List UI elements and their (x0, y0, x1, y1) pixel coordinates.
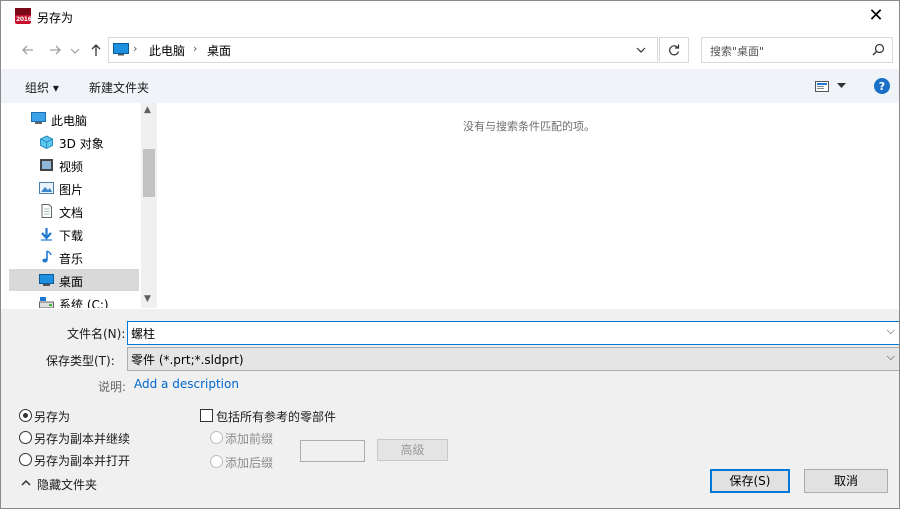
forward-arrow-icon[interactable] (46, 41, 64, 59)
filetype-select[interactable]: 零件 (*.prt;*.sldprt) ⌵ (127, 347, 899, 371)
scroll-down-icon[interactable]: ▼ (144, 294, 151, 304)
scroll-thumb[interactable] (143, 149, 155, 197)
description-label: 说明: (98, 380, 127, 394)
radio-save-copy-open[interactable] (19, 453, 32, 466)
filetype-dropdown-icon[interactable]: ⌵ (887, 350, 895, 364)
organize-menu[interactable]: 组织 ▾ (25, 79, 59, 96)
empty-results-message: 没有与搜索条件匹配的项。 (463, 120, 595, 133)
search-placeholder: 搜索"桌面" (710, 45, 765, 58)
radio-add-prefix-label[interactable]: 添加前缀 (225, 430, 273, 447)
solidworks-app-icon: 2016 (15, 8, 32, 24)
radio-save-copy-open-label[interactable]: 另存为副本并打开 (34, 452, 130, 469)
desktop-icon (39, 274, 54, 286)
filename-input[interactable]: 螺柱 ⌵ (127, 321, 899, 345)
new-folder-button[interactable]: 新建文件夹 (89, 79, 149, 96)
music-icon (42, 250, 52, 263)
view-dropdown-icon[interactable] (837, 83, 846, 89)
radio-add-suffix[interactable] (210, 455, 223, 468)
breadcrumb-separator-icon: › (133, 42, 138, 55)
breadcrumb-item-this-pc[interactable]: 此电脑 (149, 42, 185, 59)
nav-item-system-c[interactable]: 系统 (C:) (9, 292, 139, 308)
hide-folders-toggle[interactable]: 隐藏文件夹 (37, 476, 97, 493)
filename-label: 文件名(N): (67, 327, 126, 341)
picture-icon (39, 182, 54, 194)
scroll-up-icon[interactable]: ▲ (144, 105, 151, 115)
add-description-link[interactable]: Add a description (134, 377, 239, 391)
svg-text:?: ? (879, 80, 885, 93)
radio-save-as-label[interactable]: 另存为 (34, 408, 70, 425)
chevron-up-icon[interactable] (21, 479, 31, 487)
up-arrow-icon[interactable] (87, 41, 105, 59)
view-options-icon[interactable] (815, 81, 829, 92)
include-refs-checkbox[interactable] (200, 409, 213, 422)
title-bar: 2016 另存为 ✕ (1, 1, 899, 31)
nav-item-this-pc[interactable]: 此电脑 (9, 108, 139, 130)
download-icon (41, 228, 52, 241)
computer-icon (31, 112, 46, 124)
recent-dropdown-icon[interactable] (66, 41, 84, 59)
refresh-icon (669, 44, 680, 56)
nav-item-pictures[interactable]: 图片 (9, 177, 139, 199)
filename-dropdown-icon[interactable]: ⌵ (887, 324, 895, 338)
save-options-panel: 文件名(N): 螺柱 ⌵ 保存类型(T): 零件 (*.prt;*.sldprt… (1, 309, 899, 508)
search-input[interactable]: 搜索"桌面" (701, 37, 893, 63)
breadcrumb-item-desktop[interactable]: 桌面 (207, 42, 231, 59)
navigation-pane: 此电脑 3D 对象 视频 图片 文档 下载 音乐 桌面 系统 (C:) (9, 103, 139, 308)
cancel-button[interactable]: 取消 (804, 469, 888, 493)
radio-add-suffix-label[interactable]: 添加后缀 (225, 454, 273, 471)
address-dropdown-icon[interactable] (635, 45, 647, 55)
nav-item-3d-objects[interactable]: 3D 对象 (9, 131, 139, 153)
save-as-dialog: 2016 另存为 ✕ › 此电脑 › 桌面 搜索"桌面" 组织 ▾ 新建文件夹 … (0, 0, 900, 509)
advanced-button[interactable]: 高级 (377, 439, 448, 461)
nav-scrollbar[interactable]: ▲ ▼ (141, 103, 157, 308)
video-icon (40, 159, 53, 171)
filetype-label: 保存类型(T): (46, 354, 115, 368)
nav-item-videos[interactable]: 视频 (9, 154, 139, 176)
toolbar: 组织 ▾ 新建文件夹 ? (1, 69, 899, 103)
radio-save-copy-continue-label[interactable]: 另存为副本并继续 (34, 430, 130, 447)
drive-icon (39, 297, 54, 308)
radio-add-prefix[interactable] (210, 431, 223, 444)
radio-save-as[interactable] (19, 409, 32, 422)
document-icon (41, 204, 52, 218)
nav-item-music[interactable]: 音乐 (9, 246, 139, 268)
search-icon[interactable] (872, 43, 885, 56)
include-refs-label[interactable]: 包括所有参考的零部件 (216, 408, 336, 425)
back-arrow-icon[interactable] (19, 41, 37, 59)
nav-item-downloads[interactable]: 下载 (9, 223, 139, 245)
help-icon[interactable]: ? (874, 78, 890, 94)
window-title: 另存为 (37, 11, 74, 25)
nav-item-desktop[interactable]: 桌面 (9, 269, 139, 291)
breadcrumb-separator-icon: › (193, 42, 198, 55)
save-button[interactable]: 保存(S) (710, 469, 790, 493)
refresh-button[interactable] (659, 37, 689, 63)
address-bar[interactable]: › 此电脑 › 桌面 (108, 37, 658, 63)
radio-save-copy-continue[interactable] (19, 431, 32, 444)
nav-item-documents[interactable]: 文档 (9, 200, 139, 222)
prefix-suffix-input[interactable] (300, 440, 365, 462)
cube-3d-icon (40, 135, 53, 149)
close-icon[interactable]: ✕ (853, 1, 899, 31)
desktop-icon (113, 43, 129, 56)
file-list-pane[interactable]: 没有与搜索条件匹配的项。 (158, 103, 899, 308)
